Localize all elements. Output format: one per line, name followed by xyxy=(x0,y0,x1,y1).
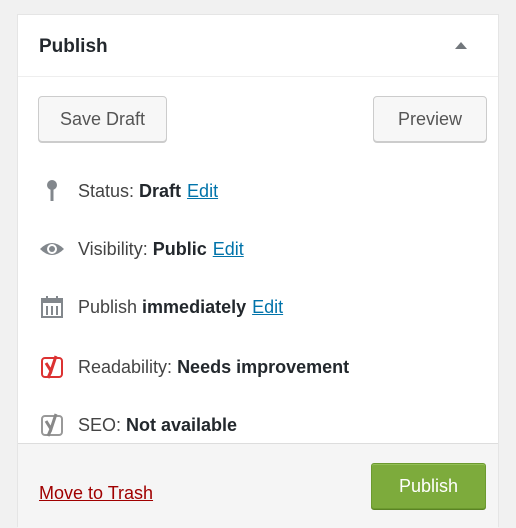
move-to-trash-link[interactable]: Move to Trash xyxy=(39,483,153,504)
schedule-edit-link[interactable]: Edit xyxy=(252,297,283,318)
readability-value: Needs improvement xyxy=(177,356,350,377)
visibility-value: Public xyxy=(152,238,207,259)
visibility-edit-link[interactable]: Edit xyxy=(213,239,244,260)
publish-button[interactable]: Publish xyxy=(371,463,486,509)
schedule-value: immediately xyxy=(142,296,247,317)
yoast-icon xyxy=(38,411,66,439)
eye-icon xyxy=(38,235,66,263)
yoast-icon xyxy=(38,353,66,381)
seo-value: Not available xyxy=(126,414,238,435)
publish-box-footer: Move to Trash Publish xyxy=(18,443,498,528)
publish-box-header[interactable]: Publish xyxy=(18,15,498,77)
seo-label: SEO: xyxy=(78,414,122,435)
readability-label: Readability: xyxy=(78,356,173,377)
status-value: Draft xyxy=(139,180,182,201)
publish-box-title: Publish xyxy=(39,36,108,57)
status-edit-link[interactable]: Edit xyxy=(187,181,218,202)
readability-row: Readability: Needs improvement xyxy=(38,353,349,381)
preview-button[interactable]: Preview xyxy=(373,96,487,142)
seo-row: SEO: Not available xyxy=(38,411,237,439)
publish-box: Publish Save Draft Preview Status: Draft… xyxy=(17,14,499,528)
schedule-row: Publish immediately Edit xyxy=(38,293,283,321)
pin-icon xyxy=(38,177,66,205)
status-label: Status: xyxy=(78,180,135,201)
visibility-row: Visibility: Public Edit xyxy=(38,235,244,263)
triangle-up-icon[interactable] xyxy=(455,42,467,49)
calendar-icon xyxy=(38,293,66,321)
schedule-label: Publish xyxy=(78,296,138,317)
save-draft-button[interactable]: Save Draft xyxy=(38,96,167,142)
status-row: Status: Draft Edit xyxy=(38,177,218,205)
visibility-label: Visibility: xyxy=(78,238,148,259)
